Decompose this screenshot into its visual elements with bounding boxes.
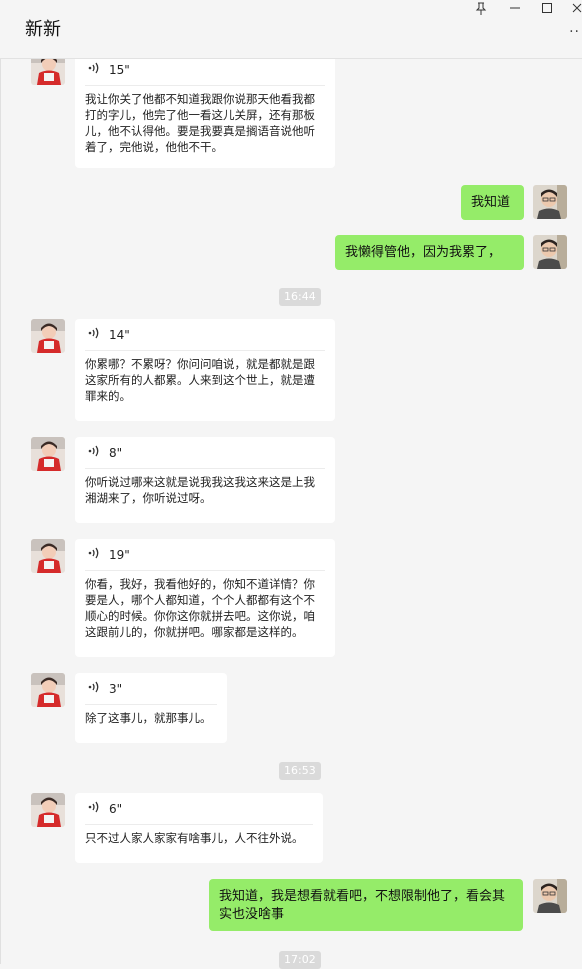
voice-message[interactable]: 14" 你累哪？不累呀？你问问咱说，就是都就是跟这家所有的人都累。人来到这个世上…: [75, 319, 335, 421]
voice-transcript: 除了这事儿，就那事儿。: [85, 711, 212, 725]
voice-duration: 8": [109, 446, 123, 460]
minimize-icon[interactable]: [507, 2, 523, 18]
timestamp: 17:02: [279, 951, 321, 969]
voice-duration: 19": [109, 548, 130, 562]
voice-wave-icon[interactable]: [87, 61, 101, 79]
voice-message[interactable]: 15" 我让你关了他都不知道我跟你说那天他看我都打的字儿，他完了他一看这儿关屏，…: [75, 54, 335, 168]
maximize-icon[interactable]: [539, 2, 555, 18]
chat-header: 新新 ··: [0, 0, 582, 59]
contact-avatar[interactable]: [31, 673, 65, 707]
divider: [85, 350, 325, 351]
voice-transcript: 只不过人家人家家有啥事儿，人不往外说。: [85, 831, 304, 845]
contact-avatar[interactable]: [31, 437, 65, 471]
contact-avatar[interactable]: [31, 539, 65, 573]
voice-message[interactable]: 19" 你看，我好，我看他好的，你知不道详情？你要是人，哪个人都知道，个个人都都…: [75, 539, 335, 657]
divider: [85, 704, 217, 705]
voice-duration: 6": [109, 802, 123, 816]
voice-wave-icon[interactable]: [87, 444, 101, 462]
voice-duration: 14": [109, 328, 130, 342]
chat-title: 新新: [25, 19, 61, 40]
voice-transcript: 你看，我好，我看他好的，你知不道详情？你要是人，哪个人都知道，个个人都都有这个不…: [85, 577, 315, 639]
contact-avatar[interactable]: [31, 319, 65, 353]
voice-transcript: 我让你关了他都不知道我跟你说那天他看我都打的字儿，他完了他一看这儿关屏，还有那板…: [85, 92, 315, 154]
divider: [85, 824, 313, 825]
text-message[interactable]: 我知道: [461, 185, 524, 220]
voice-transcript: 你累哪？不累呀？你问问咱说，就是都就是跟这家所有的人都累。人来到这个世上，就是遭…: [85, 357, 315, 403]
timestamp: 16:44: [279, 288, 321, 306]
pane-border: [0, 58, 1, 964]
voice-wave-icon[interactable]: [87, 680, 101, 698]
timestamp: 16:53: [279, 762, 321, 780]
voice-duration: 3": [109, 682, 123, 696]
voice-message[interactable]: 6" 只不过人家人家家有啥事儿，人不往外说。: [75, 793, 323, 863]
my-avatar[interactable]: [533, 235, 567, 269]
voice-message[interactable]: 8" 你听说过哪来这就是说我我这我这来这是上我湘湖来了，你听说过呀。: [75, 437, 335, 523]
divider: [85, 570, 325, 571]
my-avatar[interactable]: [533, 879, 567, 913]
divider: [85, 468, 325, 469]
voice-transcript: 你听说过哪来这就是说我我这我这来这是上我湘湖来了，你听说过呀。: [85, 475, 315, 505]
contact-avatar[interactable]: [31, 793, 65, 827]
close-icon[interactable]: [569, 2, 582, 18]
text-message[interactable]: 我懒得管他，因为我累了，: [335, 235, 524, 270]
divider: [85, 85, 325, 86]
text-message[interactable]: 我知道，我是想看就看吧，不想限制他了，看会其实也没啥事: [209, 879, 523, 931]
voice-duration: 15": [109, 63, 130, 77]
more-icon[interactable]: ··: [569, 24, 580, 40]
voice-wave-icon[interactable]: [87, 546, 101, 564]
voice-wave-icon[interactable]: [87, 800, 101, 818]
pin-icon[interactable]: [473, 2, 489, 18]
voice-message[interactable]: 3" 除了这事儿，就那事儿。: [75, 673, 227, 743]
voice-wave-icon[interactable]: [87, 326, 101, 344]
my-avatar[interactable]: [533, 185, 567, 219]
